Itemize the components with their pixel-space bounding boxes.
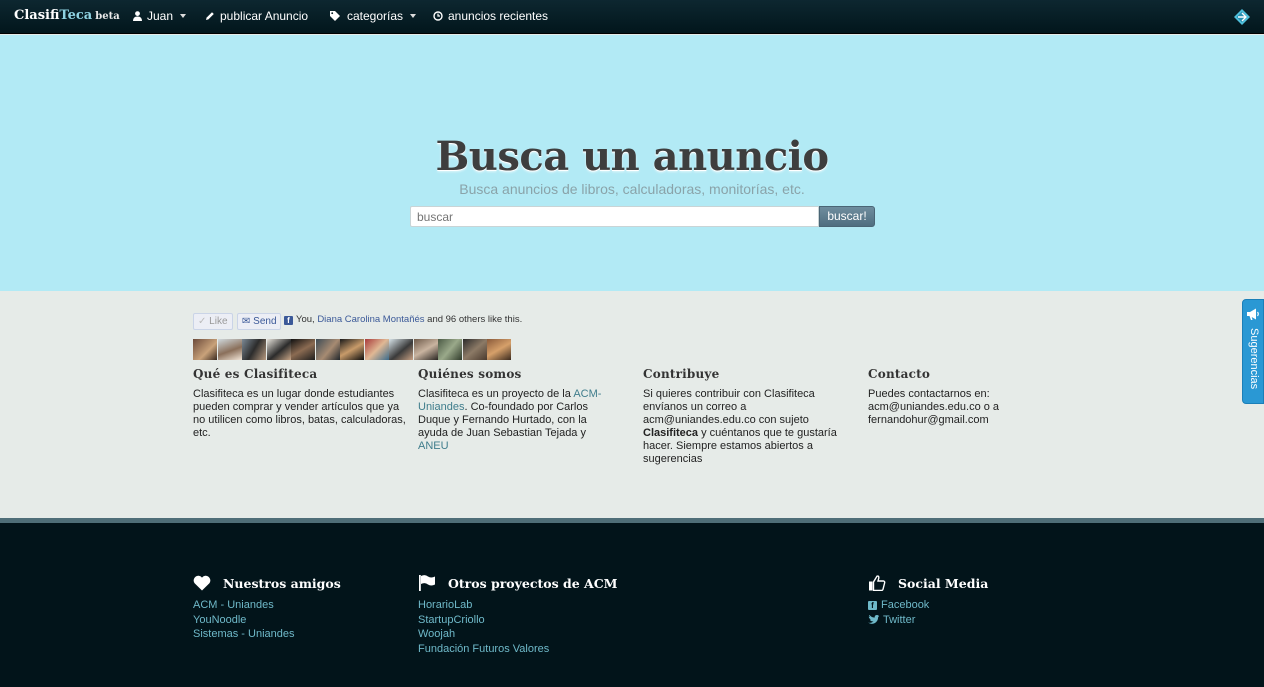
facebook-send-button[interactable]: ✉ Send [237,313,281,330]
thumbs-up-icon [869,575,886,591]
projects-heading: Otros proyectos de ACM [418,575,618,591]
top-navbar: ClasifiTeca beta Juan publicar Anuncio ca… [0,0,1264,34]
avatar[interactable] [266,339,291,360]
speech-bubble-icon: ✉ [242,316,251,327]
brand-main-text: Clasifi [14,8,60,23]
check-icon: ✓ [198,316,207,327]
search-button[interactable]: buscar! [819,206,875,227]
projects-column: Otros proyectos de ACM HorarioLab Startu… [418,575,618,656]
avatar[interactable] [217,339,242,360]
social-list: f Facebook Twitter [868,598,988,627]
like-label: Like [209,316,228,327]
recent-ads-link[interactable]: anuncios recientes [433,9,548,23]
twitter-icon [868,615,879,625]
brand-beta-badge: beta [95,11,120,22]
friends-title: Nuestros amigos [223,575,341,591]
user-icon [133,11,142,21]
avatar[interactable] [340,339,364,360]
social-column: Social Media f Facebook Twitter [868,575,988,627]
suggestions-tab-label: Sugerencias [1248,328,1260,390]
about-column: Qué es Clasifiteca Clasifiteca es un lug… [193,367,408,440]
about-text: Clasifiteca es un lugar donde estudiante… [193,388,406,439]
who-column: Quiénes somos Clasifiteca es un proyecto… [418,367,618,453]
facebook-link[interactable]: f Facebook [868,598,988,613]
friend-link[interactable]: YouNoodle [193,613,341,628]
who-text-part: Clasifiteca es un proyecto de la [418,388,574,400]
contribute-text: Si quieres contribuir con Clasifiteca en… [643,388,853,466]
fb-text-prefix: You, [296,314,318,325]
social-heading: Social Media [868,575,988,591]
who-heading: Quiénes somos [418,367,522,381]
publish-ad-link[interactable]: publicar Anuncio [205,9,308,23]
footer [0,523,1264,687]
info-section [0,291,1264,518]
facebook-social-text: f You, Diana Carolina Montañés and 96 oth… [284,314,524,325]
send-label: Send [253,316,277,327]
project-link[interactable]: StartupCriollo [418,613,618,628]
search-input[interactable] [410,206,819,227]
facebook-icon: f [868,600,877,610]
project-link[interactable]: HorarioLab [418,598,618,613]
search-hero: Busca un anuncio Busca anuncios de libro… [0,35,1264,291]
heart-icon [193,575,211,591]
social-title: Social Media [898,575,989,591]
fb-friend-link[interactable]: Diana Carolina Montañés [317,314,424,325]
contribute-heading: Contribuye [643,367,720,381]
brand-accent-text: Teca [59,8,93,23]
contact-column: Contacto Puedes contactarnos en: acm@uni… [868,367,1018,427]
facebook-friend-avatars [193,339,512,360]
fb-text-suffix: and 96 others like this. [424,314,523,325]
friend-link[interactable]: ACM - Uniandes [193,598,341,613]
avatar[interactable] [242,339,266,360]
about-heading: Qué es Clasifiteca [193,367,318,381]
projects-title: Otros proyectos de ACM [448,575,618,591]
avatar[interactable] [438,339,462,360]
clock-icon [433,11,443,21]
twitter-label: Twitter [883,613,916,626]
avatar[interactable] [193,339,217,360]
friends-list: ACM - Uniandes YouNoodle Sistemas - Unia… [193,598,341,642]
facebook-icon: f [284,316,293,325]
pencil-icon [206,12,214,20]
brand-logo[interactable]: ClasifiTeca beta [14,8,120,23]
who-text: Clasifiteca es un proyecto de la ACM-Uni… [418,388,618,453]
recent-ads-label: anuncios recientes [448,9,549,23]
tags-icon [330,11,340,21]
friends-heading: Nuestros amigos [193,575,341,591]
page-title: Busca un anuncio [435,133,829,180]
friend-link[interactable]: Sistemas - Uniandes [193,627,341,642]
megaphone-icon [1247,308,1259,320]
avatar[interactable] [315,339,340,360]
twitter-link[interactable]: Twitter [868,613,988,628]
avatar[interactable] [364,339,389,360]
avatar[interactable] [487,339,511,360]
contribute-subject: Clasifiteca [643,427,699,439]
friends-column: Nuestros amigos ACM - Uniandes YouNoodle… [193,575,341,642]
contact-text: Puedes contactarnos en: acm@uniandes.edu… [868,388,1000,426]
facebook-label: Facebook [881,599,930,611]
navigation-diamond-icon[interactable] [1234,9,1250,25]
contribute-column: Contribuye Si quieres contribuir con Cla… [643,367,853,466]
flag-icon [419,575,435,591]
avatar[interactable] [389,339,413,360]
chevron-down-icon [410,14,417,18]
avatar[interactable] [462,339,487,360]
chevron-down-icon [180,14,187,18]
contact-heading: Contacto [868,367,931,381]
projects-list: HorarioLab StartupCriollo Woojah Fundaci… [418,598,618,656]
user-menu-label: Juan [147,9,174,23]
categories-label: categorías [347,9,404,23]
page-subtitle: Busca anuncios de libros, calculadoras, … [459,181,805,197]
contribute-text-part: Si quieres contribuir con Clasifiteca en… [643,388,815,426]
avatar[interactable] [291,339,315,360]
categories-menu[interactable]: categorías [330,9,417,23]
publish-ad-label: publicar Anuncio [220,9,309,23]
project-link[interactable]: Woojah [418,627,618,642]
project-link[interactable]: Fundación Futuros Valores [418,642,618,657]
avatar[interactable] [413,339,438,360]
facebook-like-button[interactable]: ✓ Like [193,313,233,330]
aneu-link[interactable]: ANEU [418,440,449,452]
user-menu[interactable]: Juan [133,9,187,23]
